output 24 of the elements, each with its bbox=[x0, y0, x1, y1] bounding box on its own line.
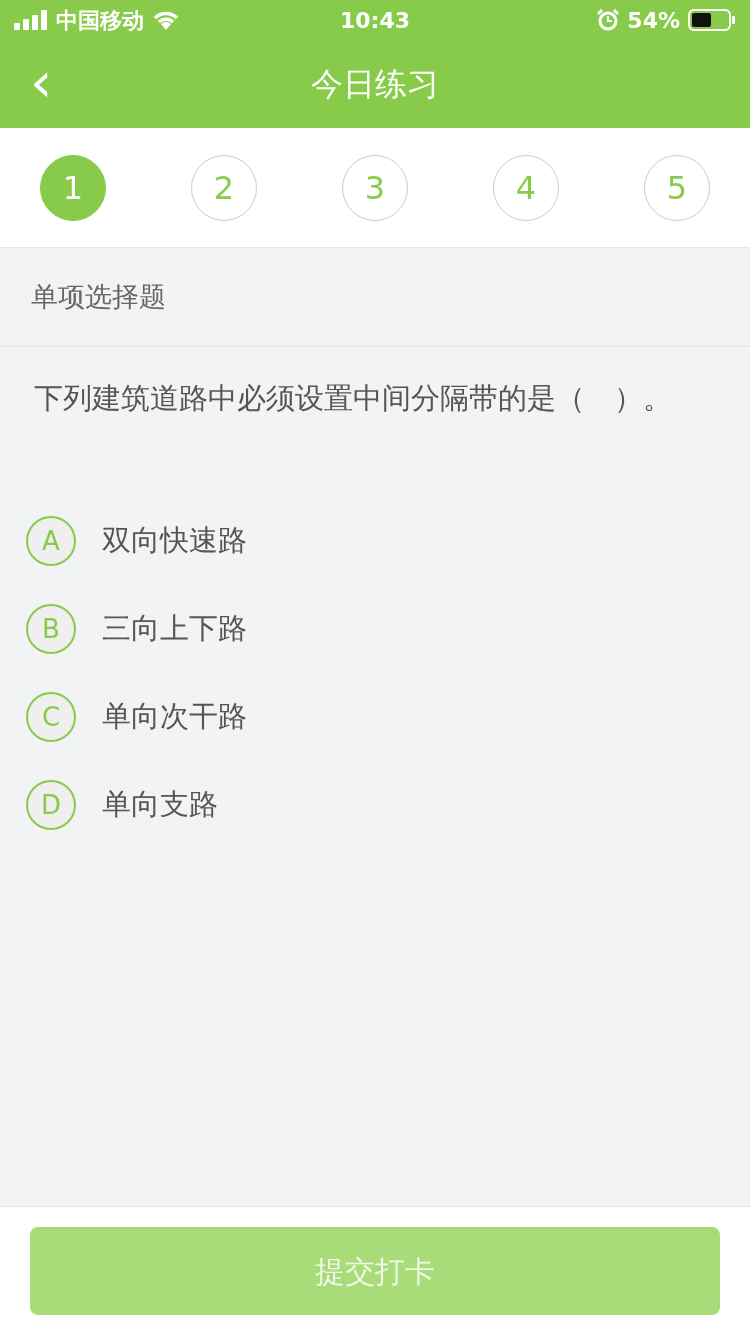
section-title: 单项选择题 bbox=[31, 279, 166, 314]
question-text: 下列建筑道路中必须设置中间分隔带的是（ ）。 bbox=[34, 381, 672, 415]
battery-icon bbox=[688, 9, 736, 31]
battery-percent: 54% bbox=[627, 6, 680, 35]
option-letter[interactable]: D bbox=[26, 780, 76, 830]
option-text: 三向上下路 bbox=[102, 610, 247, 648]
question-number-tab[interactable]: 4 bbox=[493, 154, 559, 221]
option-letter[interactable]: A bbox=[26, 516, 76, 566]
wifi-icon bbox=[152, 10, 180, 30]
option-text: 双向快速路 bbox=[102, 522, 247, 560]
alarm-icon bbox=[597, 9, 620, 31]
option-text: 单向支路 bbox=[102, 786, 218, 824]
carrier-name: 中国移动 bbox=[56, 6, 144, 35]
question-number-tab[interactable]: 2 bbox=[191, 154, 257, 221]
signal-icon bbox=[14, 10, 48, 30]
question-number-tab[interactable]: 3 bbox=[342, 154, 408, 221]
back-button[interactable]: ‹ bbox=[22, 54, 61, 110]
option-letter[interactable]: B bbox=[26, 604, 76, 654]
status-time: 10:43 bbox=[340, 7, 410, 33]
option-text: 单向次干路 bbox=[102, 698, 247, 736]
question-number-tab[interactable]: 5 bbox=[644, 154, 710, 221]
option-letter[interactable]: C bbox=[26, 692, 76, 742]
question-number-tab[interactable]: 1 bbox=[40, 154, 106, 221]
page-title: 今日练习 bbox=[311, 64, 439, 105]
